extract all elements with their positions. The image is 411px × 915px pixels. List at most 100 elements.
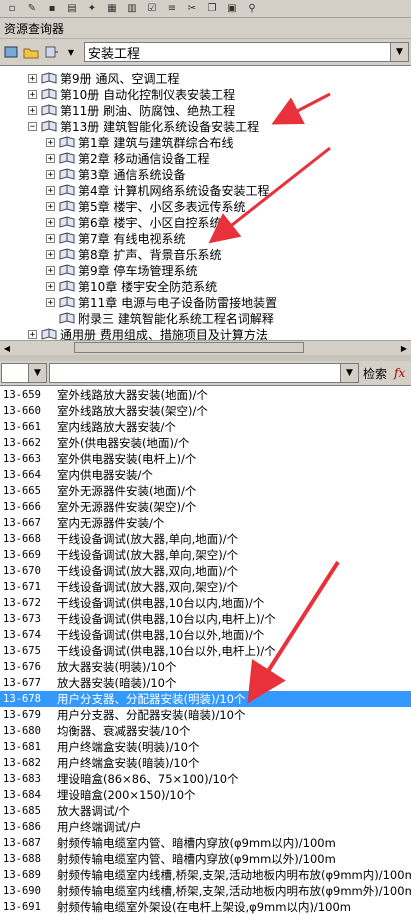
expand-icon[interactable]: +	[46, 153, 55, 163]
table-icon[interactable]: ▦	[104, 2, 120, 16]
expand-icon[interactable]: +	[46, 233, 55, 243]
list-item[interactable]: 13-674 干线设备调试(供电器,10台以外,地面)/个	[0, 627, 411, 643]
collapse-icon[interactable]: −	[28, 121, 37, 131]
cut-icon[interactable]: ✂	[184, 2, 200, 16]
list-item[interactable]: 13-662 室外(供电器安装(地面)/个	[0, 435, 411, 451]
list-item[interactable]: 13-684 埋设暗盒(200×150)/10个	[0, 787, 411, 803]
list-item[interactable]: 13-671 干线设备调试(放大器,双向,架空)/个	[0, 579, 411, 595]
list-item[interactable]: 13-689 射频传输电缆室内线槽,桥架,支架,活动地板内明布放(φ9mm内)/1…	[0, 867, 411, 883]
tree-node[interactable]: + 第7章 有线电视系统	[46, 230, 185, 246]
expand-icon[interactable]: +	[46, 281, 55, 291]
expand-icon[interactable]: +	[46, 249, 55, 259]
list-item[interactable]: 13-676 放大器安装(明装)/10个	[0, 659, 411, 675]
expand-icon[interactable]: +	[28, 105, 37, 115]
list-item[interactable]: 13-690 射频传输电缆室内线槽,桥架,支架,活动地板内明布放(φ9mm外)/1…	[0, 883, 411, 899]
grid-icon[interactable]: ▥	[124, 2, 140, 16]
new-icon[interactable]: ▫	[4, 2, 20, 16]
list-item[interactable]: 13-667 室内无源器件安装/个	[0, 515, 411, 531]
list-item[interactable]: 13-665 室外无源器件安装(地面)/个	[0, 483, 411, 499]
scroll-right-icon[interactable]: ▶	[397, 341, 411, 355]
splitter[interactable]	[0, 355, 411, 361]
tool-icon[interactable]: ✦	[84, 2, 100, 16]
list-item[interactable]: 13-672 干线设备调试(供电器,10台以内,地面)/个	[0, 595, 411, 611]
list-item[interactable]: 13-687 射频传输电缆室内管、暗槽内穿放(φ9mm以内)/100m	[0, 835, 411, 851]
tree-node[interactable]: + 第11章 电源与电子设备防雷接地装置	[46, 294, 277, 310]
check-icon[interactable]: ☑	[144, 2, 160, 16]
expand-icon[interactable]: +	[46, 169, 55, 179]
expand-icon[interactable]: +	[46, 217, 55, 227]
list-item[interactable]: 13-685 放大器调试/个	[0, 803, 411, 819]
tree-node[interactable]: + 第5章 楼宇、小区多表远传系统	[46, 198, 245, 214]
list-item[interactable]: 13-661 室内线路放大器安装/个	[0, 419, 411, 435]
list-item[interactable]: 13-666 室外无源器件安装(架空)/个	[0, 499, 411, 515]
list-item[interactable]: 13-673 干线设备调试(供电器,10台以内,电杆上)/个	[0, 611, 411, 627]
tree-node[interactable]: + 第1章 建筑与建筑群综合布线	[46, 134, 233, 150]
list-item[interactable]: 13-679 用户分支器、分配器安装(暗装)/10个	[0, 707, 411, 723]
tree-view[interactable]: + 第9册 通风、空调工程 + 第10册 自动化控制仪表安装工程 + 第11册 刷油、防腐…	[0, 65, 411, 341]
list-item[interactable]: 13-686 用户终端调试/户	[0, 819, 411, 835]
list-item[interactable]: 13-691 射频传输电缆室外架设(在电杆上架设,φ9mm以内)/100m	[0, 899, 411, 915]
tree-node[interactable]: + 第2章 移动通信设备工程	[46, 150, 209, 166]
scroll-track[interactable]	[14, 342, 397, 354]
chevron-down-icon[interactable]: ▼	[28, 364, 46, 382]
find-icon[interactable]: ⚲	[244, 2, 260, 16]
filter-icon[interactable]	[42, 43, 60, 61]
expand-icon[interactable]: +	[28, 89, 37, 99]
refresh-icon[interactable]	[2, 43, 20, 61]
chevron-down-icon[interactable]: ▼	[62, 43, 80, 61]
library-select[interactable]: 安装工程 ▼	[84, 42, 409, 62]
list-item[interactable]: 13-664 室内供电器安装/个	[0, 467, 411, 483]
list-item[interactable]: 13-669 干线设备调试(放大器,单向,架空)/个	[0, 547, 411, 563]
expand-icon[interactable]: +	[28, 329, 37, 339]
list-item[interactable]: 13-680 均衡器、衰减器安装/10个	[0, 723, 411, 739]
list-item[interactable]: 13-678 用户分支器、分配器安装(明装)/10个	[0, 691, 411, 707]
list-item[interactable]: 13-683 埋设暗盒(86×86、75×100)/10个	[0, 771, 411, 787]
tree-node[interactable]: 附录三 建筑智能化系统工程名词解释	[46, 310, 274, 326]
list-item[interactable]: 13-675 干线设备调试(供电器,10台以外,电杆上)/个	[0, 643, 411, 659]
list-item[interactable]: 13-660 室外线路放大器安装(架空)/个	[0, 403, 411, 419]
tree-node[interactable]: + 第10册 自动化控制仪表安装工程	[28, 86, 235, 102]
scroll-thumb[interactable]	[74, 342, 304, 353]
result-list[interactable]: 13-659 室外线路放大器安装(地面)/个 13-660 室外线路放大器安装(架空)…	[0, 385, 411, 915]
tree-node[interactable]: + 第11册 刷油、防腐蚀、绝热工程	[28, 102, 235, 118]
folder-icon[interactable]	[22, 43, 40, 61]
field-select[interactable]: ▼	[1, 363, 47, 383]
list-item[interactable]: 13-682 用户终端盒安装(暗装)/10个	[0, 755, 411, 771]
tree-node[interactable]: + 通用册 费用组成、措施项目及计算方法	[28, 326, 268, 341]
search-button[interactable]: 检索	[359, 365, 391, 382]
tree-node[interactable]: + 第3章 通信系统设备	[46, 166, 185, 182]
copy-icon[interactable]: ❐	[204, 2, 220, 16]
item-description: 干线设备调试(供电器,10台以外,地面)/个	[57, 628, 265, 642]
search-input[interactable]: ▼	[49, 363, 359, 383]
list-item[interactable]: 13-688 射频传输电缆室内管、暗槽内穿放(φ9mm以外)/100m	[0, 851, 411, 867]
list-item[interactable]: 13-677 放大器安装(暗装)/10个	[0, 675, 411, 691]
tree-node[interactable]: + 第4章 计算机网络系统设备安装工程	[46, 182, 269, 198]
tree-node[interactable]: + 第6章 楼宇、小区自控系统	[46, 214, 221, 230]
list-item[interactable]: 13-670 干线设备调试(放大器,双向,地面)/个	[0, 563, 411, 579]
horizontal-scrollbar[interactable]: ◀ ▶	[0, 340, 411, 355]
formula-icon[interactable]: fx	[391, 366, 408, 380]
save-icon[interactable]: ▪	[44, 2, 60, 16]
expand-icon[interactable]: +	[46, 201, 55, 211]
edit-icon[interactable]: ✎	[24, 2, 40, 16]
chevron-down-icon[interactable]: ▼	[390, 43, 408, 61]
scroll-left-icon[interactable]: ◀	[0, 341, 14, 355]
expand-icon[interactable]: +	[46, 137, 55, 147]
list-icon[interactable]: ≡	[164, 2, 180, 16]
list-item[interactable]: 13-668 干线设备调试(放大器,单向,地面)/个	[0, 531, 411, 547]
list-item[interactable]: 13-663 室外供电器安装(电杆上)/个	[0, 451, 411, 467]
print-icon[interactable]: ▤	[64, 2, 80, 16]
tree-node[interactable]: + 第8章 扩声、背景音乐系统	[46, 246, 221, 262]
tree-node[interactable]: − 第13册 建筑智能化系统设备安装工程	[28, 118, 259, 134]
expand-icon[interactable]: +	[46, 297, 55, 307]
expand-icon[interactable]: +	[28, 73, 37, 83]
paste-icon[interactable]: ▣	[224, 2, 240, 16]
tree-node[interactable]: + 第9册 通风、空调工程	[28, 70, 179, 86]
tree-node[interactable]: + 第10章 楼宇安全防范系统	[46, 278, 217, 294]
chevron-down-icon[interactable]: ▼	[340, 364, 358, 382]
list-item[interactable]: 13-659 室外线路放大器安装(地面)/个	[0, 387, 411, 403]
tree-node[interactable]: + 第9章 停车场管理系统	[46, 262, 197, 278]
expand-icon[interactable]: +	[46, 185, 55, 195]
list-item[interactable]: 13-681 用户终端盒安装(明装)/10个	[0, 739, 411, 755]
expand-icon[interactable]: +	[46, 265, 55, 275]
